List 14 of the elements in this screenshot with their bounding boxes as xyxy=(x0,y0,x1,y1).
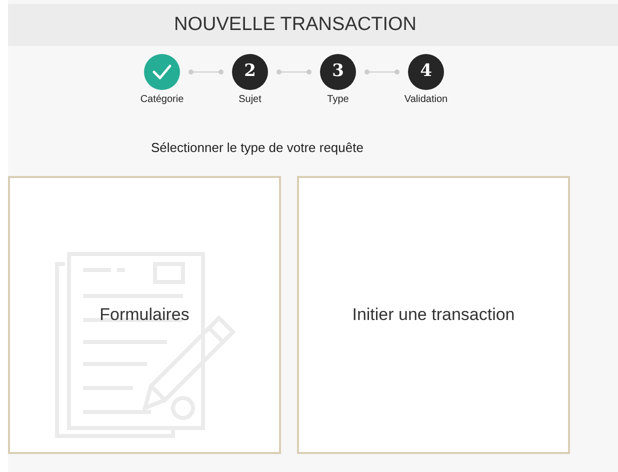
option-card[interactable]: Formulaires xyxy=(8,176,281,454)
step-number: 4 xyxy=(408,54,444,90)
step-label: Sujet xyxy=(238,93,262,107)
page-title: NOUVELLE TRANSACTION xyxy=(174,12,416,37)
step-number: 2 xyxy=(232,54,268,90)
instruction-text: Sélectionner le type de votre requête xyxy=(151,139,364,157)
step-number: 3 xyxy=(320,54,356,90)
step-label: Validation xyxy=(404,93,448,107)
step-connector xyxy=(188,69,224,75)
step-label: Catégorie xyxy=(140,93,184,107)
option-card[interactable]: Initier une transaction xyxy=(297,176,570,454)
step-connector xyxy=(276,69,312,75)
step-connector xyxy=(364,69,400,75)
step-label: Type xyxy=(327,93,349,107)
